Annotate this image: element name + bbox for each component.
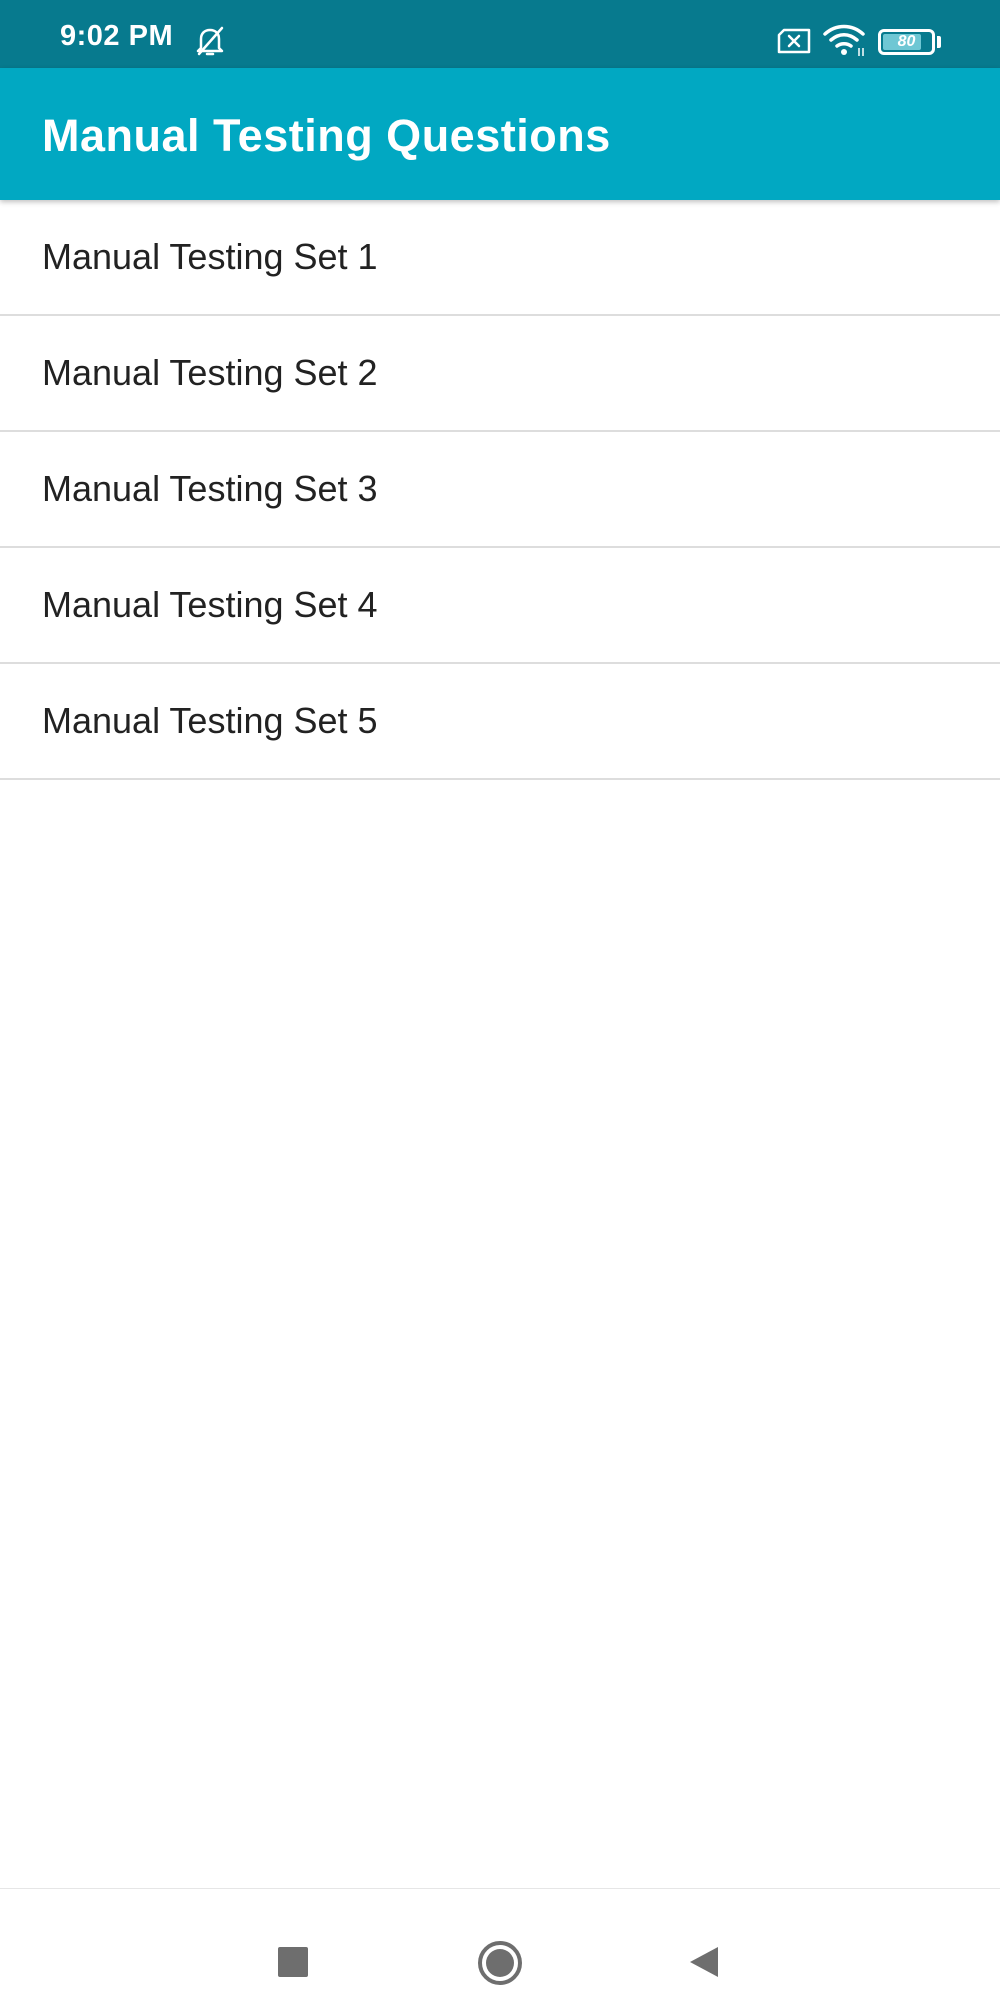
status-bar: 9:02 PM 80 xyxy=(0,0,1000,68)
list-item-set-1[interactable]: Manual Testing Set 1 xyxy=(0,200,1000,316)
question-set-list: Manual Testing Set 1 Manual Testing Set … xyxy=(0,200,1000,780)
list-item-set-5[interactable]: Manual Testing Set 5 xyxy=(0,664,1000,780)
page-title: Manual Testing Questions xyxy=(42,110,611,161)
sim-x-icon xyxy=(777,28,811,54)
back-icon[interactable] xyxy=(688,1945,720,1979)
navigation-bar xyxy=(0,1888,1000,2001)
home-icon[interactable] xyxy=(477,1940,523,1986)
battery-level-text: 80 xyxy=(897,33,916,50)
list-item-label: Manual Testing Set 3 xyxy=(42,468,378,509)
list-item-set-3[interactable]: Manual Testing Set 3 xyxy=(0,432,1000,548)
list-item-set-2[interactable]: Manual Testing Set 2 xyxy=(0,316,1000,432)
battery-tip xyxy=(937,36,941,48)
battery-icon: 80 xyxy=(878,29,935,55)
status-time: 9:02 PM xyxy=(60,20,174,52)
list-item-label: Manual Testing Set 5 xyxy=(42,700,378,741)
list-item-label: Manual Testing Set 4 xyxy=(42,584,378,625)
list-item-set-4[interactable]: Manual Testing Set 4 xyxy=(0,548,1000,664)
wifi-icon xyxy=(823,24,865,56)
bell-off-icon xyxy=(196,26,224,56)
list-item-label: Manual Testing Set 2 xyxy=(42,352,378,393)
app-bar: Manual Testing Questions xyxy=(0,68,1000,200)
list-item-label: Manual Testing Set 1 xyxy=(42,236,378,277)
recents-icon[interactable] xyxy=(278,1947,308,1977)
